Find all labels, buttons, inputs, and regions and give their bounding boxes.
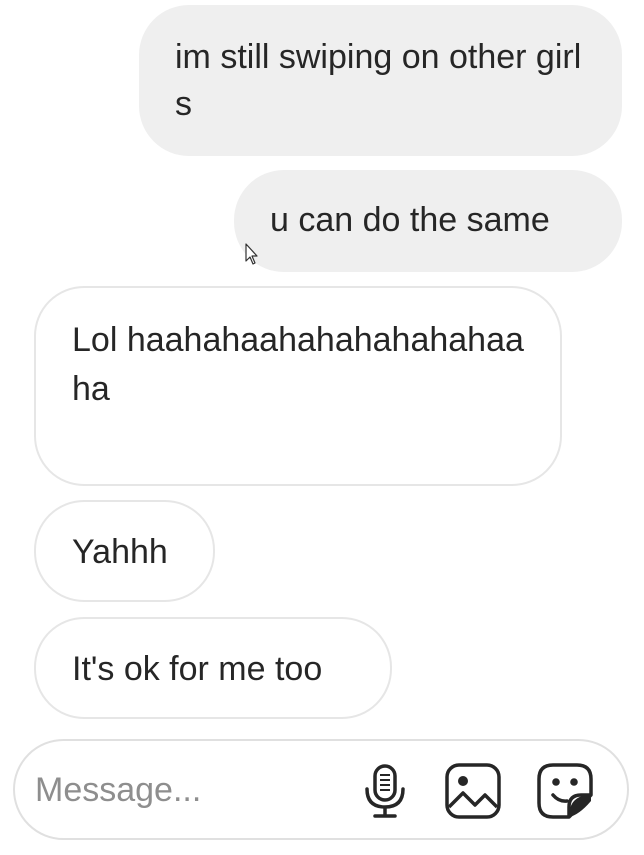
sent-message-bubble[interactable]: im still swiping on other girls <box>139 5 622 156</box>
message-input[interactable] <box>35 765 335 815</box>
sticker-icon[interactable] <box>535 761 595 821</box>
message-text: It's ok for me too <box>72 650 323 688</box>
received-message-bubble[interactable]: Yahhh <box>34 500 215 602</box>
message-text: im still swiping on other girls <box>175 38 582 123</box>
message-text: Yahhh <box>72 533 168 571</box>
sent-message-bubble[interactable]: u can do the same <box>234 170 622 272</box>
mouse-pointer-icon <box>245 243 258 265</box>
message-composer <box>13 739 629 840</box>
received-message-bubble[interactable]: Lol haahahaahahahahahahaaha <box>34 286 562 486</box>
message-text: u can do the same <box>270 201 550 239</box>
received-message-bubble[interactable]: It's ok for me too <box>34 617 392 719</box>
microphone-icon[interactable] <box>355 761 415 821</box>
message-text: Lol haahahaahahahahahahaaha <box>72 321 524 408</box>
image-icon[interactable] <box>443 761 503 821</box>
